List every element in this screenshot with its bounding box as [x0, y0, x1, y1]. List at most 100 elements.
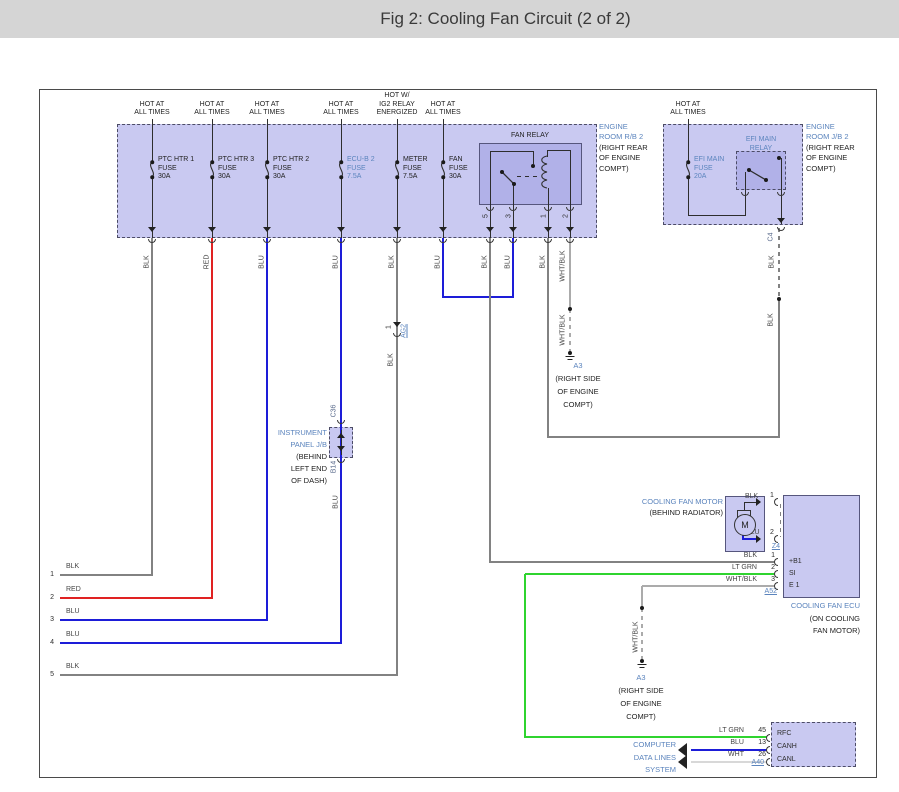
- wire-color-label: C36: [330, 404, 338, 418]
- arrow-icon: [678, 755, 687, 769]
- wire-color-label: BLK: [768, 255, 776, 269]
- connector-cup: [208, 239, 216, 243]
- wire-color-label: BLU: [730, 739, 744, 746]
- power-source-label: HOT AT: [675, 100, 701, 108]
- wire-color-label: BLK: [387, 353, 395, 367]
- instrument-panel-jb-note: INSTRUMENT: [277, 428, 327, 437]
- wire-segment: [266, 238, 268, 621]
- power-source-label: HOT W/: [384, 92, 410, 99]
- connector-link-z4[interactable]: Z4: [772, 543, 780, 551]
- wire-segment: [546, 150, 548, 157]
- pin-number: 2: [770, 529, 774, 536]
- fuse-terminal-dot: [150, 175, 154, 179]
- junction-dot: [747, 168, 751, 172]
- ground-icon: [639, 667, 645, 668]
- wire-color-label: CANH: [777, 743, 797, 750]
- pin-number: 3: [50, 616, 54, 623]
- fuse-label: 30A: [218, 173, 231, 180]
- ground-a3-note-2: A3: [636, 673, 646, 682]
- wire-segment: [778, 228, 780, 299]
- engine-room-rb2-note: OF ENGINE: [599, 153, 641, 163]
- arrow-icon: [756, 535, 761, 543]
- ground-a3-note-1: A3: [573, 361, 583, 370]
- wire-color-label: BLU: [332, 495, 340, 509]
- fuse-label: PTC HTR 1: [158, 156, 195, 163]
- connector-link-ag2[interactable]: AG2: [401, 324, 408, 338]
- power-source-label: HOT AT: [254, 100, 280, 108]
- wire-segment: [778, 299, 780, 438]
- arrow-icon: [566, 227, 574, 232]
- wire-segment: [779, 504, 781, 537]
- instrument-panel-jb-note: (BEHIND: [296, 452, 327, 461]
- power-source-label: HOT AT: [139, 100, 165, 108]
- fuse-label: EFI MAIN: [694, 156, 725, 163]
- connector-cup: [777, 227, 785, 231]
- wire-color-label: BLU: [258, 255, 266, 269]
- connector-cup: [263, 239, 271, 243]
- pin-number: 3: [505, 214, 513, 218]
- pin-number: 13: [758, 739, 766, 746]
- cooling-fan-ecu-note: COOLING FAN ECU: [790, 601, 860, 610]
- pin-number: 1: [385, 325, 393, 329]
- cooling-fan-motor-note: COOLING FAN MOTOR: [641, 497, 723, 506]
- wire-color-label: SI: [789, 570, 796, 577]
- fuse-terminal-dot: [441, 160, 445, 164]
- junction-dot: [777, 297, 781, 301]
- fuse-label: PTC HTR 2: [273, 156, 310, 163]
- motor-icon: M: [734, 514, 756, 536]
- wire-color-label: BLK: [743, 552, 757, 559]
- power-source-label: ALL TIMES: [249, 109, 285, 116]
- wire-segment: [780, 158, 782, 190]
- wire-segment: [569, 309, 571, 352]
- wire-segment: [396, 238, 398, 676]
- pin-number: 5: [50, 671, 54, 678]
- ground-dot: [640, 659, 644, 663]
- junction-dot: [764, 178, 768, 182]
- wire-color-label: BLK: [539, 255, 547, 269]
- arrow-icon: [148, 227, 156, 232]
- pin-number: 1: [770, 492, 774, 499]
- fuse-label: ECU-B 2: [347, 156, 375, 163]
- computer-data-lines-note: SYSTEM: [645, 765, 676, 774]
- computer-data-lines-note: DATA LINES: [633, 752, 676, 762]
- junction-dot: [500, 170, 504, 174]
- power-source-label: ALL TIMES: [134, 109, 170, 116]
- connector-cup: [486, 239, 494, 243]
- wire-color-label: WHT/BLK: [559, 314, 567, 346]
- connector-cup: [766, 734, 770, 742]
- fuse-label: 30A: [158, 173, 171, 180]
- junction-dot: [512, 182, 516, 186]
- connector-cup: [393, 239, 401, 243]
- arrow-icon: [777, 218, 785, 223]
- fuse-label: FUSE: [347, 164, 366, 172]
- computer-data-lines-note: COMPUTER: [633, 740, 676, 749]
- engine-room-jb2-note: ROOM J/B 2: [806, 132, 849, 142]
- fuse-label: FUSE: [449, 164, 468, 172]
- fuse-label: FAN: [449, 156, 463, 163]
- fuse-label: 7.5A: [347, 173, 362, 180]
- connector-cup: [774, 498, 778, 506]
- fuse-terminal-dot: [395, 160, 399, 164]
- wire-segment: [525, 573, 775, 575]
- wire-color-label: WHT/BLK: [632, 621, 640, 653]
- pin-number: 1: [50, 571, 54, 578]
- ground-a3-note-1: COMPT): [563, 400, 593, 409]
- power-source-label: ENERGIZED: [376, 109, 418, 116]
- wire-color-label: CANL: [777, 756, 796, 763]
- engine-room-jb2-note: (RIGHT REAR: [806, 142, 855, 152]
- ground-a3-note-2: (RIGHT SIDE: [618, 686, 664, 695]
- wire-segment: [60, 642, 342, 644]
- wire-segment: [60, 674, 398, 676]
- connector-link-a40[interactable]: A40: [752, 759, 764, 767]
- power-source-label: ALL TIMES: [670, 109, 706, 116]
- wire-color-label: BLK: [66, 563, 80, 570]
- fuse-label: FUSE: [694, 164, 713, 172]
- wire-color-label: BLU: [434, 255, 442, 269]
- arrow-icon: [756, 498, 761, 506]
- arrow-icon: [337, 433, 345, 438]
- engine-room-rb2-note: ROOM R/B 2: [599, 132, 644, 142]
- engine-room-jb2-note: OF ENGINE: [806, 153, 848, 163]
- wire-segment: [641, 608, 643, 659]
- fuse-terminal-dot: [686, 160, 690, 164]
- power-source-label: HOT AT: [430, 100, 456, 108]
